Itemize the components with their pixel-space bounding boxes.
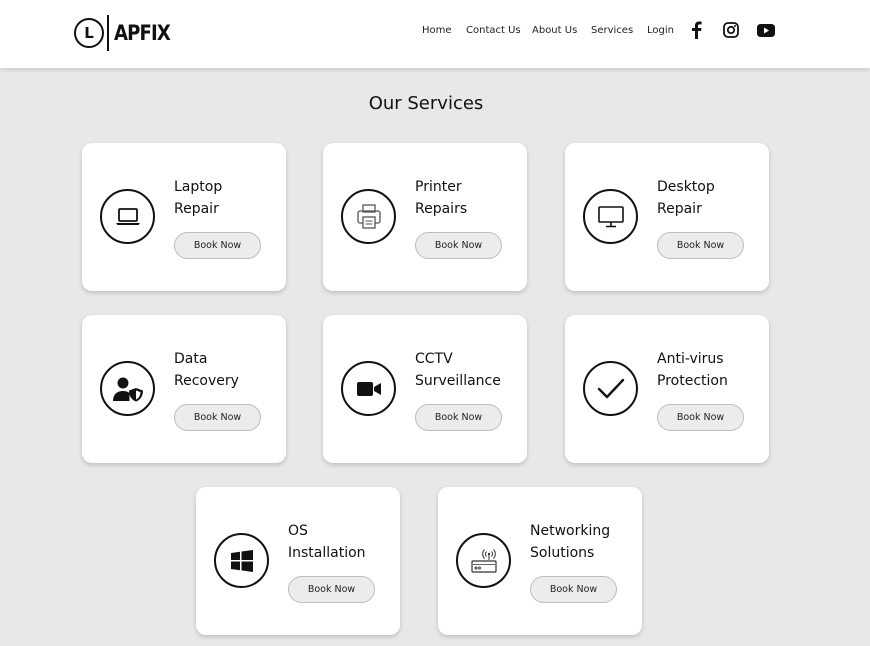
router-icon [456, 533, 511, 588]
nav-contact-us[interactable]: Contact Us [466, 25, 521, 36]
page-title: Our Services [368, 93, 484, 114]
service-card-anti-virus-protection: Anti-virus Protection Book Now [565, 315, 769, 463]
service-card-desktop-repair: Desktop Repair Book Now [565, 143, 769, 291]
nav-services[interactable]: Services [591, 25, 633, 36]
book-now-button[interactable]: Book Now [288, 576, 375, 603]
service-card-printer-repairs: Printer Repairs Book Now [323, 143, 527, 291]
logo[interactable]: L APFIX [74, 14, 179, 52]
service-card-data-recovery: Data Recovery Book Now [82, 315, 286, 463]
facebook-icon[interactable] [686, 20, 706, 40]
book-now-button[interactable]: Book Now [657, 232, 744, 259]
book-now-button[interactable]: Book Now [530, 576, 617, 603]
logo-mark: L [74, 18, 104, 48]
nav-about-us[interactable]: About Us [532, 25, 577, 36]
printer-icon [341, 189, 396, 244]
service-card-cctv-surveillance: CCTV Surveillance Book Now [323, 315, 527, 463]
book-now-button[interactable]: Book Now [415, 404, 502, 431]
book-now-button[interactable]: Book Now [174, 232, 261, 259]
user-shield-icon [100, 361, 155, 416]
logo-divider [107, 15, 109, 51]
service-title: CCTV Surveillance [415, 351, 501, 389]
service-title: Anti-virus Protection [657, 351, 728, 389]
nav-home[interactable]: Home [422, 25, 452, 36]
service-card-networking-solutions: Networking Solutions Book Now [438, 487, 642, 635]
service-title: Laptop Repair [174, 179, 223, 217]
nav-login[interactable]: Login [647, 25, 674, 36]
service-title: Data Recovery [174, 351, 239, 389]
desktop-icon [583, 189, 638, 244]
book-now-button[interactable]: Book Now [415, 232, 502, 259]
service-title: Desktop Repair [657, 179, 715, 217]
logo-text: APFIX [113, 21, 171, 45]
laptop-icon [100, 189, 155, 244]
service-card-laptop-repair: Laptop Repair Book Now [82, 143, 286, 291]
service-card-os-installation: OS Installation Book Now [196, 487, 400, 635]
checkmark-icon [583, 361, 638, 416]
site-header: L APFIX Home Contact Us About Us Service… [0, 0, 870, 68]
service-title: Networking Solutions [530, 523, 611, 561]
service-title: Printer Repairs [415, 179, 468, 217]
video-camera-icon [341, 361, 396, 416]
windows-icon [214, 533, 269, 588]
service-title: OS Installation [288, 523, 366, 561]
book-now-button[interactable]: Book Now [174, 404, 261, 431]
book-now-button[interactable]: Book Now [657, 404, 744, 431]
instagram-icon[interactable] [721, 20, 741, 40]
youtube-icon[interactable] [756, 20, 776, 40]
